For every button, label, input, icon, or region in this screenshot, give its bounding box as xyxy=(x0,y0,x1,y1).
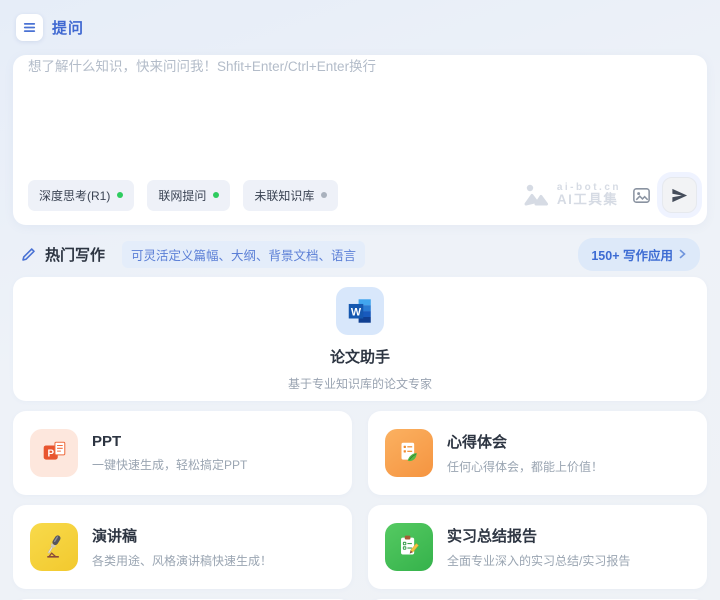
toggle-status-dot xyxy=(117,192,123,198)
featured-app-subtitle: 基于专业知识库的论文专家 xyxy=(288,375,432,392)
app-title: 实习总结报告 xyxy=(447,525,630,546)
more-writing-apps-label: 150+ 写作应用 xyxy=(591,245,673,264)
app-title: 演讲稿 xyxy=(92,525,272,546)
toggle-web-search[interactable]: 联网提问 xyxy=(147,180,230,211)
question-panel: 深度思考(R1) 联网提问 未联知识库 xyxy=(13,55,707,225)
upload-image-button[interactable] xyxy=(631,185,652,206)
app-subtitle: 各类用途、风格演讲稿快速生成！ xyxy=(92,552,272,569)
question-panel-footer: 深度思考(R1) 联网提问 未联知识库 xyxy=(28,177,697,213)
watermark-line2: AI工具集 xyxy=(557,193,621,208)
app-subtitle: 全面专业深入的实习总结/实习报告 xyxy=(447,552,630,569)
app-card-ppt[interactable]: P PPT 一键快速生成，轻松搞定PPT xyxy=(13,411,352,495)
word-doc-icon: W xyxy=(336,287,384,335)
ask-header: 提问 xyxy=(16,14,707,40)
toggle-knowledge-base[interactable]: 未联知识库 xyxy=(243,180,338,211)
chevron-right-icon xyxy=(678,249,687,259)
notes-leaf-icon xyxy=(385,429,433,477)
watermark-text: ai-bot.cn AI工具集 xyxy=(557,182,621,208)
app-text: PPT 一键快速生成，轻松搞定PPT xyxy=(92,433,247,473)
svg-text:P: P xyxy=(47,448,54,459)
paw-logo-icon xyxy=(521,182,551,208)
toggle-deep-thinking[interactable]: 深度思考(R1) xyxy=(28,180,134,211)
svg-text:W: W xyxy=(351,306,362,318)
ai-writing-page: 提问 深度思考(R1) 联网提问 未联知识库 xyxy=(0,0,720,600)
more-writing-apps-button[interactable]: 150+ 写作应用 xyxy=(578,238,700,271)
section-subtitle: 可灵活定义篇幅、大纲、背景文档、语言 xyxy=(122,241,365,268)
app-card-internship-report[interactable]: 实习总结报告 全面专业深入的实习总结/实习报告 xyxy=(368,505,707,589)
ask-section-title: 提问 xyxy=(52,17,84,38)
app-card-speech[interactable]: 演讲稿 各类用途、风格演讲稿快速生成！ xyxy=(13,505,352,589)
pencil-icon xyxy=(20,246,37,263)
ppt-icon: P xyxy=(30,429,78,477)
hot-writing-header: 热门写作 可灵活定义篇幅、大纲、背景文档、语言 150+ 写作应用 xyxy=(20,241,700,267)
toggle-web-search-label: 联网提问 xyxy=(158,187,206,204)
microphone-icon xyxy=(30,523,78,571)
toggle-status-dot xyxy=(321,192,327,198)
app-text: 心得体会 任何心得体会，都能上价值！ xyxy=(447,431,603,475)
question-input[interactable] xyxy=(28,55,692,155)
toggle-knowledge-base-label: 未联知识库 xyxy=(254,187,314,204)
section-title: 热门写作 xyxy=(45,244,105,265)
send-button[interactable] xyxy=(662,177,697,213)
toggle-status-dot xyxy=(213,192,219,198)
send-icon xyxy=(670,186,689,205)
app-text: 实习总结报告 全面专业深入的实习总结/实习报告 xyxy=(447,525,630,569)
clipboard-pencil-icon xyxy=(385,523,433,571)
app-text: 演讲稿 各类用途、风格演讲稿快速生成！ xyxy=(92,525,272,569)
watermark: ai-bot.cn AI工具集 xyxy=(521,182,621,208)
app-title: 心得体会 xyxy=(447,431,603,452)
app-subtitle: 任何心得体会，都能上价值！ xyxy=(447,458,603,475)
app-title: PPT xyxy=(92,433,247,450)
footer-actions: ai-bot.cn AI工具集 xyxy=(521,177,697,213)
hamburger-icon xyxy=(22,20,37,35)
writing-apps-grid: P PPT 一键快速生成，轻松搞定PPT xyxy=(13,411,707,600)
app-subtitle: 一键快速生成，轻松搞定PPT xyxy=(92,456,247,473)
picture-icon xyxy=(631,185,652,206)
featured-app-card-paper-assistant[interactable]: W 论文助手 基于专业知识库的论文专家 xyxy=(13,277,707,401)
featured-app-title: 论文助手 xyxy=(330,346,390,367)
menu-button[interactable] xyxy=(16,14,43,41)
app-card-reflections[interactable]: 心得体会 任何心得体会，都能上价值！ xyxy=(368,411,707,495)
toggle-deep-thinking-label: 深度思考(R1) xyxy=(39,187,110,204)
